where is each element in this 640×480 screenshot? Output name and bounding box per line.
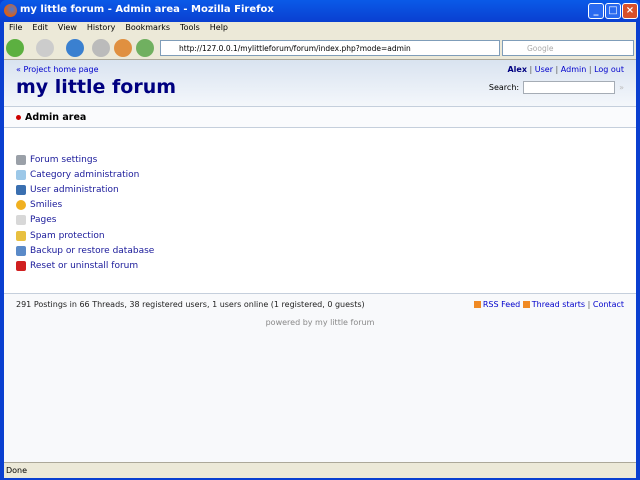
admin-menu-link[interactable]: Smilies	[30, 200, 62, 210]
rss-icon	[473, 301, 481, 308]
forum-search: Search: »	[489, 81, 624, 94]
project-home-link[interactable]: « Project home page	[16, 65, 99, 74]
admin-menu: Forum settings Category administration Use…	[16, 152, 154, 274]
admin-menu-link[interactable]: Pages	[30, 215, 56, 225]
admin-menu-link[interactable]: User administration	[30, 185, 119, 195]
maximize-button[interactable]: □	[605, 3, 621, 19]
bullet-icon	[16, 115, 21, 120]
thread-starts-link[interactable]: Thread starts	[532, 300, 585, 309]
page-content: « Project home page my little forum Alex…	[4, 60, 636, 462]
close-button[interactable]: ×	[622, 3, 638, 19]
rss-icon	[522, 301, 530, 308]
menu-bar: File Edit View History Bookmarks Tools H…	[4, 22, 636, 36]
search-submit-button[interactable]: »	[619, 83, 624, 92]
menu-help[interactable]: Help	[205, 22, 233, 36]
admin-menu-item[interactable]: Reset or uninstall forum	[16, 258, 154, 273]
url-bar[interactable]: http://127.0.0.1/mylittleforum/forum/ind…	[160, 40, 500, 56]
admin-menu-item[interactable]: Category administration	[16, 167, 154, 182]
navigation-toolbar: http://127.0.0.1/mylittleforum/forum/ind…	[4, 36, 636, 60]
database-icon	[16, 245, 26, 256]
forum-logo[interactable]: my little forum	[16, 76, 176, 98]
search-label: Search:	[488, 83, 520, 92]
reload-icon[interactable]	[66, 39, 84, 57]
user-link[interactable]: User	[535, 65, 553, 74]
url-text: http://127.0.0.1/mylittleforum/forum/ind…	[179, 44, 411, 53]
search-placeholder: Google	[527, 44, 554, 53]
shield-icon	[16, 230, 26, 241]
page-title: Admin area	[25, 112, 87, 123]
footer-links: RSS Feed Thread starts | Contact	[473, 300, 624, 309]
minimize-button[interactable]: _	[588, 3, 604, 19]
menu-view[interactable]: View	[53, 22, 82, 36]
speech-bubbles-icon	[16, 169, 26, 180]
title-bar: my little forum - Admin area - Mozilla F…	[0, 0, 640, 22]
status-bar: Done	[4, 462, 636, 478]
powered-by: powered by my little forum	[265, 318, 375, 327]
admin-menu-item[interactable]: Smilies	[16, 198, 154, 213]
rss-feed-link[interactable]: RSS Feed	[483, 300, 520, 309]
bookmark-add-icon[interactable]	[136, 39, 154, 57]
username-link[interactable]: Alex	[507, 65, 527, 74]
menu-bookmarks[interactable]: Bookmarks	[120, 22, 175, 36]
admin-menu-link[interactable]: Backup or restore database	[30, 246, 154, 256]
subheader: Admin area	[4, 107, 636, 128]
firefox-icon	[4, 4, 17, 17]
web-search-input[interactable]: Google	[502, 40, 634, 56]
forward-icon[interactable]	[36, 39, 54, 57]
admin-menu-item[interactable]: User administration	[16, 182, 154, 197]
menu-edit[interactable]: Edit	[27, 22, 53, 36]
user-nav: Alex | User | Admin | Log out	[507, 65, 624, 74]
footer: 291 Postings in 66 Threads, 38 registere…	[4, 293, 636, 462]
menu-file[interactable]: File	[4, 22, 27, 36]
window-title: my little forum - Admin area - Mozilla F…	[20, 4, 274, 15]
contact-link[interactable]: Contact	[593, 300, 624, 309]
admin-menu-item[interactable]: Pages	[16, 213, 154, 228]
gear-icon	[16, 154, 26, 165]
admin-menu-link[interactable]: Reset or uninstall forum	[30, 261, 138, 271]
forum-search-input[interactable]	[523, 81, 616, 94]
forum-stats: 291 Postings in 66 Threads, 38 registere…	[16, 300, 365, 309]
admin-menu-link[interactable]: Category administration	[30, 170, 139, 180]
menu-history[interactable]: History	[82, 22, 120, 36]
pages-icon	[16, 215, 26, 226]
stop-icon[interactable]	[92, 39, 110, 57]
menu-tools[interactable]: Tools	[175, 22, 205, 36]
red-x-icon	[16, 260, 26, 271]
admin-menu-item[interactable]: Backup or restore database	[16, 243, 154, 258]
admin-menu-link[interactable]: Spam protection	[30, 231, 105, 241]
home-icon[interactable]	[114, 39, 132, 57]
forum-header: « Project home page my little forum Alex…	[4, 60, 636, 107]
back-icon[interactable]	[6, 39, 24, 57]
admin-menu-link[interactable]: Forum settings	[30, 155, 97, 165]
logout-link[interactable]: Log out	[594, 65, 624, 74]
admin-link[interactable]: Admin	[561, 65, 587, 74]
admin-menu-item[interactable]: Spam protection	[16, 228, 154, 243]
admin-menu-item[interactable]: Forum settings	[16, 152, 154, 167]
user-icon	[16, 184, 26, 195]
status-text: Done	[6, 466, 28, 475]
browser-window: my little forum - Admin area - Mozilla F…	[0, 0, 640, 480]
smiley-icon	[16, 200, 26, 211]
